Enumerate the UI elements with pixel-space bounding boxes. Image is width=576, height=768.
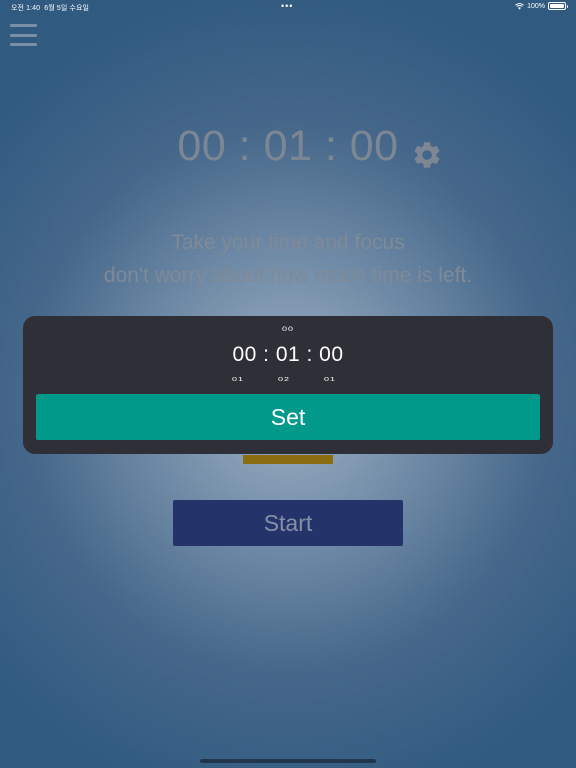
picker-seconds-below[interactable]: 01 (324, 376, 336, 382)
picker-selected-time[interactable]: 00 : 01 : 00 (23, 343, 553, 367)
status-bar: 오전 1:40 6월 5일 수요일 ••• 100% (0, 0, 576, 14)
picker-hours-below[interactable]: 01 (232, 376, 244, 382)
start-button[interactable]: Start (173, 500, 403, 546)
battery-icon (548, 2, 568, 10)
status-right: 100% (515, 2, 568, 10)
gear-icon[interactable] (411, 139, 443, 171)
multitasking-dots[interactable]: ••• (281, 1, 293, 11)
status-time-date: 오전 1:40 6월 5일 수요일 (11, 3, 89, 13)
battery-text: 100% (527, 2, 545, 10)
set-button[interactable]: Set (36, 394, 540, 440)
wifi-icon (515, 2, 524, 10)
time-picker-panel: 00 00 : 01 : 00 01 02 01 Set (23, 316, 553, 454)
picker-top-value[interactable]: 00 (23, 326, 553, 333)
status-date: 6월 5일 수요일 (44, 5, 90, 12)
picker-minutes-below[interactable]: 02 (278, 376, 290, 382)
message-line-2: don't worry about how much time is left. (103, 264, 473, 287)
home-indicator[interactable] (200, 759, 376, 763)
message-line-1: Take your time and focus (171, 231, 405, 254)
status-time: 오전 1:40 (11, 5, 41, 12)
timer-display: 00 : 01 : 00 (0, 122, 576, 172)
progress-bar (243, 455, 333, 464)
hamburger-menu-icon[interactable] (10, 24, 37, 46)
timer-text: 00 : 01 : 00 (177, 122, 399, 170)
